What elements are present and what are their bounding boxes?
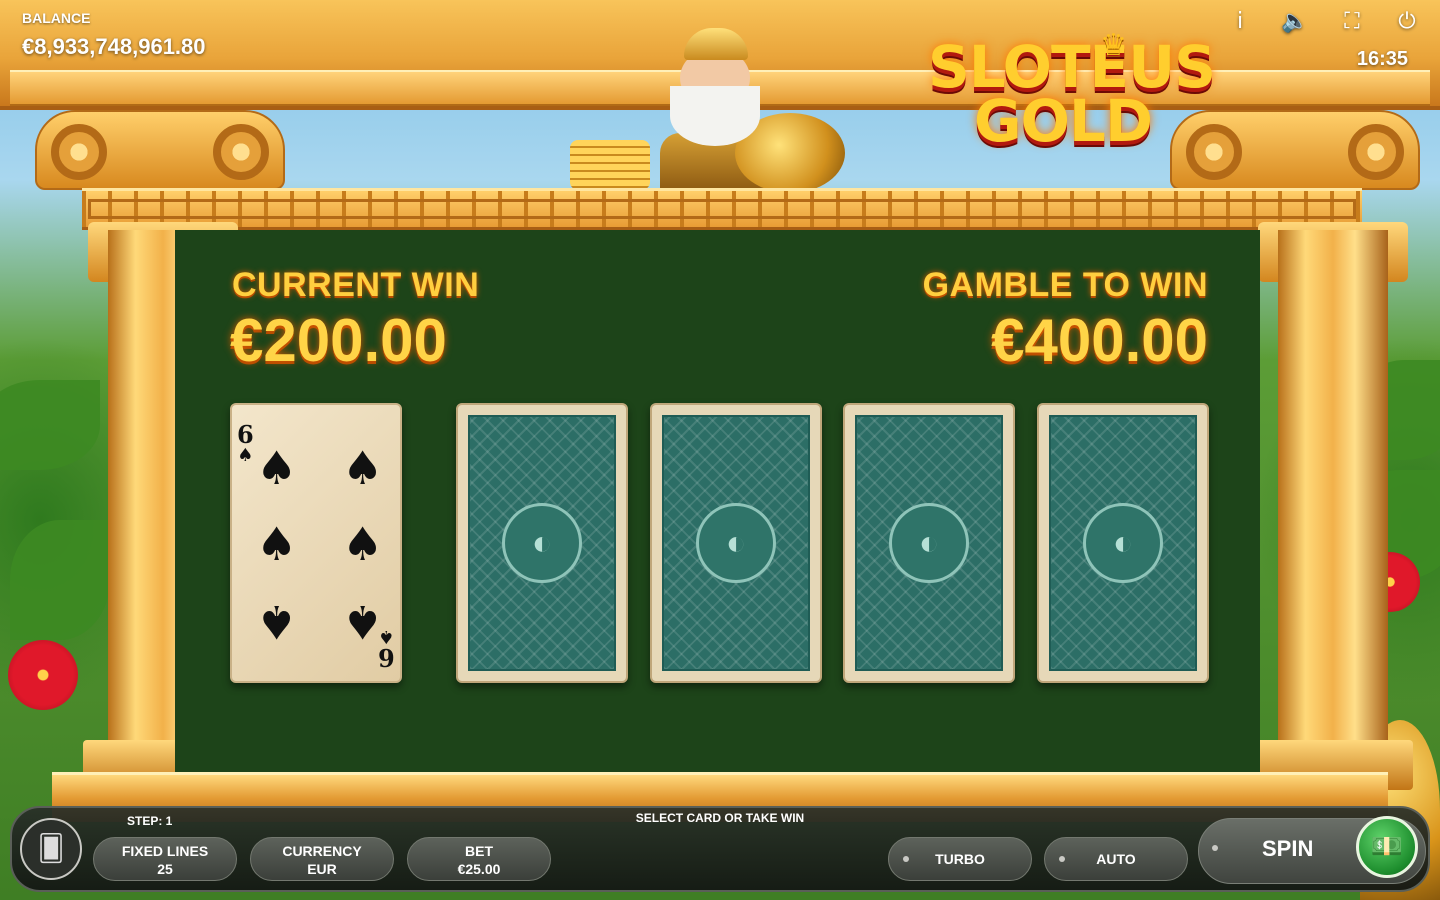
gamble-to-win-label: GAMBLE TO WIN [922,266,1208,304]
hidden-card-1[interactable]: ◐ [456,403,628,683]
emblem-icon: ◐ [1083,503,1163,583]
auto-button[interactable]: AUTO [1044,837,1188,881]
clock: 16:35 [1356,48,1408,70]
power-icon[interactable]: ⏻ [1393,8,1421,36]
info-icon[interactable]: i [1226,8,1254,36]
gamble-to-win-value: €400.00 [991,307,1208,374]
card-corner-bottom: 6 ♠ [378,626,395,672]
sound-icon[interactable]: 🔈 [1281,8,1309,36]
money-stack-icon: 💵 [1370,832,1404,862]
fixed-lines-value: 25 [157,861,173,877]
hidden-card-2[interactable]: ◐ [650,403,822,683]
logo-line-1: SLOTEUS [928,33,1216,101]
spade-pip: ♠ [342,441,384,495]
fixed-lines-display: FIXED LINES 25 [93,837,237,881]
card-suit: ♠ [237,445,254,466]
auto-indicator [1059,856,1065,862]
spade-pip: ♠ [256,517,298,571]
greek-key-frieze [82,188,1362,230]
left-column-capital [35,110,285,190]
spin-indicator [1212,845,1218,851]
current-win-value: €200.00 [230,307,447,374]
current-win-label: CURRENT WIN [232,266,480,304]
balance-label: BALANCE [22,10,91,26]
emblem-icon: ◐ [696,503,776,583]
right-column [1278,230,1388,790]
currency-value: EUR [307,861,337,877]
bet-value: €25.00 [457,861,501,877]
logo-line-2: GOLD [973,87,1153,155]
card-rank: 6 [378,643,395,672]
leaf-decoration [10,520,110,640]
hidden-card-3[interactable]: ◐ [843,403,1015,683]
spin-label: SPIN [1262,836,1314,861]
emblem-icon: ◐ [889,503,969,583]
fullscreen-icon[interactable]: ⛶ [1338,8,1366,36]
turbo-button[interactable]: TURBO [888,837,1032,881]
cards-icon: 🂠 [37,834,65,864]
right-column-capital [1170,110,1420,190]
zeus-character [570,18,845,193]
turbo-label: TURBO [935,851,985,867]
balance-value: €8,933,748,961.80 [22,34,206,59]
currency-label: CURRENCY [282,843,362,859]
red-flower [8,640,78,710]
card-suit: ♠ [378,626,395,647]
spade-pip: ♠ [256,441,298,495]
emblem-icon: ◐ [502,503,582,583]
dealer-card: 6 ♠ ♠ ♠ ♠ ♠ ♠ ♠ 6 ♠ [230,403,402,683]
card-corner-top: 6 ♠ [237,423,254,465]
collect-win-button[interactable]: 💵 [1356,816,1418,878]
game-logo: SLOTEUS GOLD [928,33,1216,155]
turbo-indicator [903,856,909,862]
bet-label: BET [465,843,493,859]
spade-pip: ♠ [342,517,384,571]
currency-button[interactable]: CURRENCY EUR [250,837,394,881]
bet-button[interactable]: BET €25.00 [407,837,551,881]
auto-label: AUTO [1096,851,1136,867]
gamble-cards-button[interactable]: 🂠 [20,818,82,880]
fixed-lines-label: FIXED LINES [121,843,209,859]
hidden-card-4[interactable]: ◐ [1037,403,1209,683]
crown-icon: ♛ [1100,29,1127,62]
spade-pip: ♠ [256,595,298,649]
